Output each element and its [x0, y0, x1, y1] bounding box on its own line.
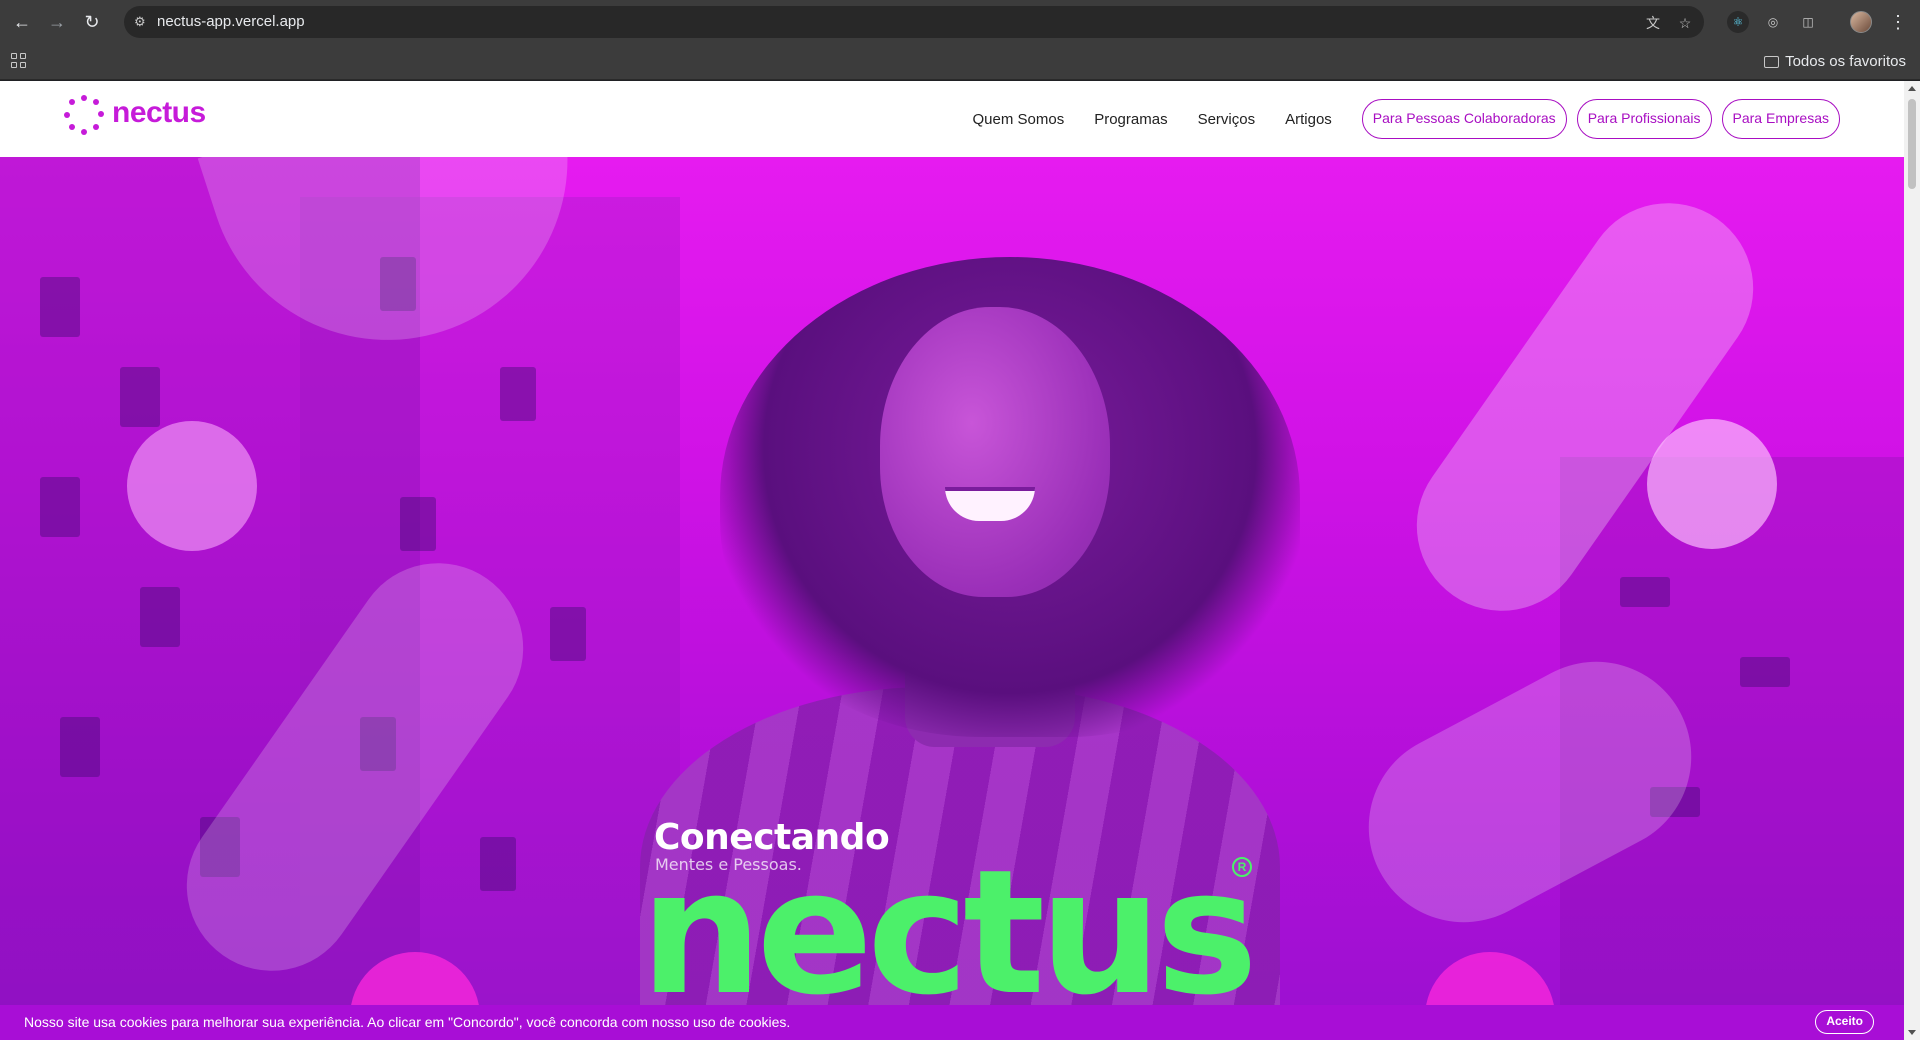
- site-header: nectus Quem Somos Programas Serviços Art…: [0, 81, 1904, 157]
- decorative-circle: [127, 421, 257, 551]
- registered-mark: R: [1232, 857, 1252, 877]
- hero-logo-wordmark: nectus: [640, 832, 1258, 1033]
- scroll-up-arrow-icon[interactable]: [1908, 86, 1916, 91]
- reload-icon[interactable]: ↻: [80, 10, 104, 34]
- decorative-circle: [1647, 419, 1777, 549]
- translate-icon[interactable]: 文: [1644, 14, 1662, 32]
- react-devtools-icon[interactable]: ⚛: [1727, 11, 1749, 33]
- cookie-banner: Nosso site usa cookies para melhorar sua…: [0, 1005, 1904, 1040]
- pill-profissionais[interactable]: Para Profissionais: [1576, 99, 1712, 139]
- nav-quem-somos[interactable]: Quem Somos: [973, 111, 1065, 128]
- menu-dots-icon[interactable]: ⋮: [1888, 10, 1908, 34]
- pill-pessoas-colaboradoras[interactable]: Para Pessoas Colaboradoras: [1361, 99, 1567, 139]
- page-scrollbar[interactable]: [1904, 81, 1920, 1040]
- bookmarks-bar: Todos os favoritos: [0, 44, 1920, 80]
- nav-servicos[interactable]: Serviços: [1198, 111, 1256, 128]
- cookie-text: Nosso site usa cookies para melhorar sua…: [24, 1014, 791, 1030]
- brand-logo[interactable]: nectus: [64, 95, 206, 135]
- main-nav: Quem Somos Programas Serviços Artigos Pa…: [973, 99, 1840, 139]
- url-text[interactable]: nectus-app.vercel.app: [157, 13, 305, 30]
- apps-grid-icon[interactable]: [11, 53, 29, 71]
- back-icon[interactable]: ←: [10, 10, 34, 34]
- scrollbar-thumb[interactable]: [1908, 99, 1916, 189]
- site-info-icon[interactable]: ⚙: [134, 13, 152, 31]
- address-bar[interactable]: ⚙ nectus-app.vercel.app 文 ☆: [124, 6, 1704, 38]
- nav-programas[interactable]: Programas: [1094, 111, 1167, 128]
- nav-artigos[interactable]: Artigos: [1285, 111, 1332, 128]
- hero-section: Conectando Mentes e Pessoas. nectus R: [0, 157, 1904, 1040]
- forward-icon[interactable]: →: [45, 10, 69, 34]
- page-viewport: nectus Quem Somos Programas Serviços Art…: [0, 81, 1904, 1040]
- all-bookmarks-label: Todos os favoritos: [1785, 53, 1906, 70]
- target-extension-icon[interactable]: ◎: [1762, 11, 1784, 33]
- extensions-icon[interactable]: ◫: [1797, 11, 1819, 33]
- nectus-mark-icon: [64, 95, 104, 135]
- browser-toolbar: ← → ↻ ⚙ nectus-app.vercel.app 文 ☆ ⚛ ◎ ◫ …: [0, 0, 1920, 44]
- brand-name: nectus: [112, 96, 206, 129]
- pill-empresas[interactable]: Para Empresas: [1721, 99, 1840, 139]
- accept-cookies-button[interactable]: Aceito: [1815, 1010, 1874, 1034]
- hero-person-face: [880, 307, 1110, 597]
- star-icon[interactable]: ☆: [1676, 14, 1694, 32]
- folder-icon: [1764, 55, 1780, 68]
- scroll-down-arrow-icon[interactable]: [1908, 1030, 1916, 1035]
- profile-avatar[interactable]: [1850, 11, 1872, 33]
- all-bookmarks-button[interactable]: Todos os favoritos: [1764, 53, 1906, 70]
